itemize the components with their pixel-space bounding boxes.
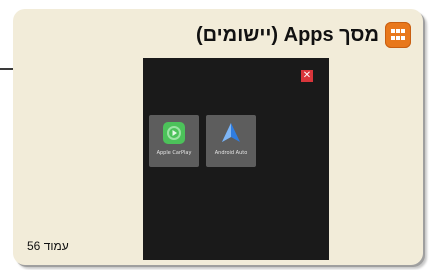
apps-grid-icon	[385, 22, 411, 48]
section-card: מסך Apps (יישומים) ✕ Apple CarPlay Andro…	[13, 9, 423, 265]
tile-label: Android Auto	[214, 150, 248, 156]
close-x-icon[interactable]: ✕	[301, 70, 313, 82]
apps-screen-screenshot: ✕ Apple CarPlay Android Auto	[143, 58, 329, 260]
android-auto-icon	[222, 123, 240, 142]
card-header: מסך Apps (יישומים)	[196, 20, 411, 50]
tile-android-auto[interactable]: Android Auto	[206, 115, 256, 167]
tile-label: Apple CarPlay	[156, 150, 192, 156]
page-number: עמוד 56	[27, 239, 69, 253]
card-title: מסך Apps (יישומים)	[195, 23, 379, 46]
carplay-icon	[163, 122, 185, 144]
tile-apple-carplay[interactable]: Apple CarPlay	[149, 115, 199, 167]
